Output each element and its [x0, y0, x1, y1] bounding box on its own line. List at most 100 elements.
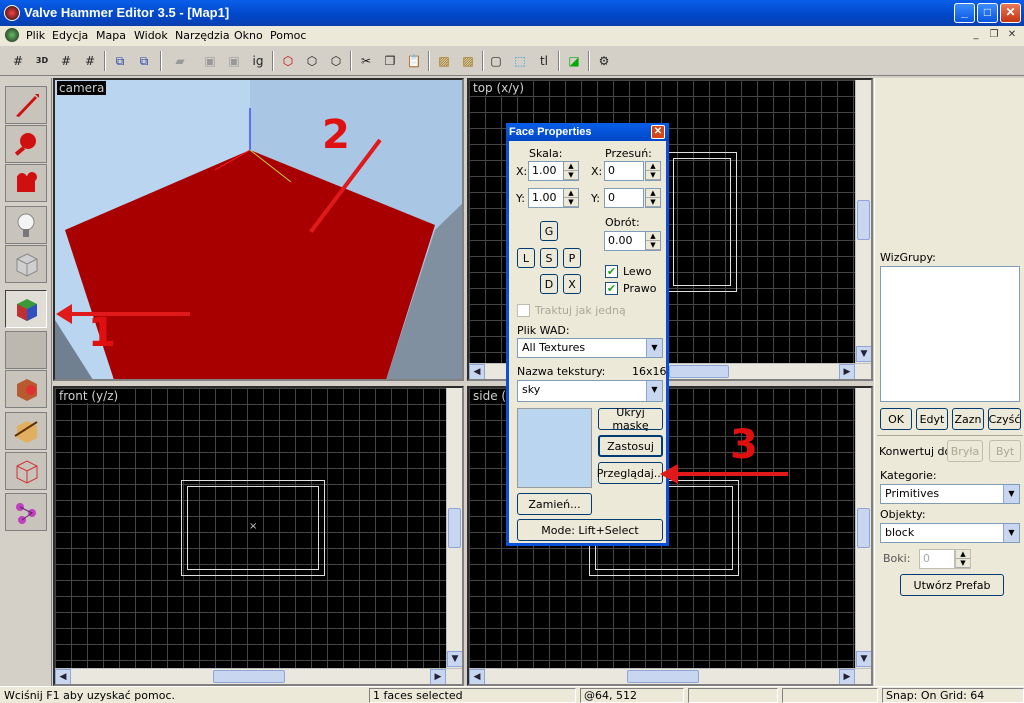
mdi-restore-icon[interactable]: ❐ — [986, 28, 1002, 42]
selection-tool[interactable] — [5, 86, 47, 124]
main-toolbar: # 3D # # ⧉ ⧉ ▰ ▣ ▣ ig ⬡ ⬡ ⬡ ✂ ❐ 📋 ▨ ▨ ▢ … — [0, 46, 1024, 76]
toggle-texture-tool[interactable] — [5, 290, 47, 328]
boki-input[interactable]: 0 — [919, 549, 955, 569]
scale-x-input[interactable]: 1.00 — [528, 161, 565, 181]
utworz-prefab-button[interactable]: Utwórz Prefab — [900, 574, 1004, 596]
wizgrupy-czysc-button[interactable]: Czyść — [988, 408, 1021, 430]
grid-toggle-icon[interactable]: # — [8, 51, 28, 71]
path-tool[interactable] — [5, 493, 47, 531]
lewo-checkbox[interactable]: ✔ — [605, 265, 618, 278]
rotation-input[interactable]: 0.00 — [604, 231, 647, 251]
copy-icon[interactable]: ❐ — [380, 51, 400, 71]
clipping-tool[interactable] — [5, 412, 47, 450]
menu-mapa[interactable]: Mapa — [96, 29, 126, 42]
status-empty-1 — [688, 688, 778, 703]
carve-icon[interactable]: ⬡ — [278, 51, 298, 71]
camera-tool[interactable] — [5, 164, 47, 202]
prawo-checkbox[interactable]: ✔ — [605, 282, 618, 295]
group-icon[interactable]: ⧉ — [110, 51, 130, 71]
show-selected-icon[interactable]: ▣ — [200, 51, 220, 71]
justify-left-button[interactable]: L — [517, 248, 535, 268]
menu-narzedzia[interactable]: Narzędzia — [175, 29, 230, 42]
justify-right-button[interactable]: P — [563, 248, 581, 268]
wizgrupy-list[interactable] — [880, 266, 1020, 402]
texture-scale-lock-icon[interactable]: ▨ — [458, 51, 478, 71]
entity-tool[interactable] — [5, 206, 47, 244]
show-all-icon[interactable]: ▣ — [224, 51, 244, 71]
toolbar-ig-label[interactable]: ig — [248, 51, 268, 71]
run-map-icon[interactable]: ◪ — [564, 51, 584, 71]
boki-spinner[interactable]: ▲ ▼ — [955, 549, 971, 569]
texture-lock-icon[interactable]: ▨ — [434, 51, 454, 71]
wizgrupy-edyt-button[interactable]: Edyt — [916, 408, 948, 430]
top-vscroll[interactable]: ▼ — [855, 80, 871, 363]
scale-y-input[interactable]: 1.00 — [528, 188, 565, 208]
settings-icon[interactable]: ⚙ — [594, 51, 614, 71]
hollow-icon[interactable]: ⬡ — [302, 51, 322, 71]
mode-button[interactable]: Mode: Lift+Select — [517, 519, 663, 541]
menu-plik[interactable]: Plik — [26, 29, 45, 42]
minimize-button[interactable]: _ — [954, 3, 975, 23]
wad-label: Plik WAD: — [517, 324, 570, 337]
wad-select[interactable]: All Textures ▼ — [517, 338, 663, 358]
magnify-icon — [14, 133, 36, 156]
side-vscroll[interactable]: ▼ — [855, 388, 871, 668]
scale-x-spinner[interactable]: ▲ ▼ — [563, 161, 579, 181]
cut-icon[interactable]: ✂ — [356, 51, 376, 71]
select-box-icon[interactable]: ▢ — [486, 51, 506, 71]
side-hscroll[interactable]: ◀ ▶ — [469, 668, 871, 684]
mdi-close-icon[interactable]: ✕ — [1004, 28, 1020, 42]
obiekty-select[interactable]: block ▼ — [880, 523, 1020, 543]
ukryj-maske-button[interactable]: Ukryj maskę — [598, 406, 663, 432]
zamien-button[interactable]: Zamień... — [517, 493, 592, 515]
przegladaj-button[interactable]: Przeglądaj... — [597, 462, 664, 484]
close-button[interactable]: ✕ — [1000, 3, 1021, 23]
clip-icon[interactable]: ⬡ — [326, 51, 346, 71]
ungroup-icon[interactable]: ⧉ — [134, 51, 154, 71]
magnify-tool[interactable] — [5, 125, 47, 163]
mdi-minimize-icon[interactable]: _ — [968, 28, 984, 42]
toolbar-tl-label[interactable]: tl — [534, 51, 554, 71]
menu-okno[interactable]: Okno — [234, 29, 263, 42]
menu-widok[interactable]: Widok — [134, 29, 168, 42]
justify-fit-button[interactable]: G — [540, 221, 558, 241]
select-dotted-icon[interactable]: ⬚ — [510, 51, 530, 71]
rotation-spinner[interactable]: ▲ ▼ — [645, 231, 661, 251]
vertex-tool[interactable] — [5, 452, 47, 490]
apply-texture-tool[interactable] — [5, 331, 47, 369]
front-vscroll[interactable]: ▼ — [446, 388, 462, 668]
window-title: Valve Hammer Editor 3.5 - [Map1] — [24, 5, 230, 20]
dialog-close-icon[interactable]: ✕ — [651, 125, 665, 139]
justify-x-button[interactable]: X — [563, 274, 581, 294]
shift-x-input[interactable]: 0 — [604, 161, 644, 181]
shift-x-spinner[interactable]: ▲ ▼ — [645, 161, 661, 181]
zastosuj-button[interactable]: Zastosuj — [598, 435, 663, 457]
justify-bottom-button[interactable]: D — [540, 274, 558, 294]
decal-tool[interactable] — [5, 370, 47, 408]
annotation-arrowhead-3 — [660, 464, 678, 484]
texture-select[interactable]: sky ▼ — [517, 380, 663, 402]
block-tool[interactable] — [5, 245, 47, 283]
paste-icon[interactable]: 📋 — [404, 51, 424, 71]
byt-button[interactable]: Byt — [989, 440, 1021, 462]
wizgrupy-ok-button[interactable]: OK — [880, 408, 912, 430]
hide-icon[interactable]: ▰ — [170, 51, 190, 71]
menu-pomoc[interactable]: Pomoc — [270, 29, 306, 42]
3d-grid-icon[interactable]: 3D — [32, 51, 52, 71]
front-hscroll[interactable]: ◀ ▶ — [55, 668, 462, 684]
scale-y-spinner[interactable]: ▲ ▼ — [563, 188, 579, 208]
smaller-grid-icon[interactable]: # — [56, 51, 76, 71]
shift-y-input[interactable]: 0 — [604, 188, 644, 208]
maximize-button[interactable]: □ — [977, 3, 998, 23]
kategorie-select[interactable]: Primitives ▼ — [880, 484, 1020, 504]
wizgrupy-zazn-button[interactable]: Zazn — [952, 408, 984, 430]
front-viewport[interactable]: front (y/z) × ▼ ◀ ▶ — [53, 386, 464, 686]
dialog-title: Face Properties — [509, 126, 592, 138]
bryla-button[interactable]: Bryła — [947, 440, 983, 462]
larger-grid-icon[interactable]: # — [80, 51, 100, 71]
kategorie-value: Primitives — [885, 487, 940, 500]
menu-edycja[interactable]: Edycja — [52, 29, 88, 42]
shift-y-spinner[interactable]: ▲ ▼ — [645, 188, 661, 208]
traktuj-checkbox[interactable] — [517, 304, 530, 317]
justify-center-button[interactable]: S — [540, 248, 558, 268]
